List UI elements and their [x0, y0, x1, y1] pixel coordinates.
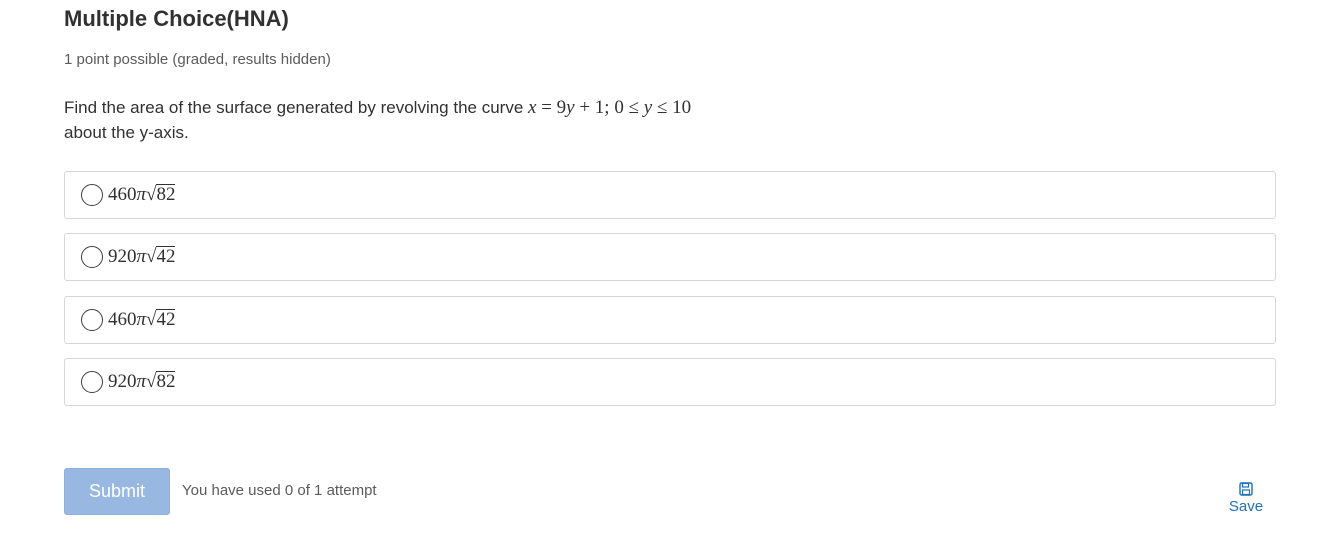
question-prefix: Find the area of the surface generated b…	[64, 98, 528, 117]
pi-symbol: π	[136, 371, 147, 392]
radio-button[interactable]	[81, 371, 103, 393]
radicand: 82	[156, 371, 176, 392]
choice-coefficient: 920	[108, 371, 137, 392]
square-root: √82	[146, 184, 176, 206]
choice-label: 460 π √82	[108, 184, 176, 206]
math-var-y-bound: y	[643, 97, 653, 118]
pi-symbol: π	[136, 246, 147, 267]
choice-option-1[interactable]: 460 π √82	[64, 171, 1276, 219]
radical-sign: √	[146, 309, 157, 330]
question-suffix: about the y-axis.	[64, 123, 189, 142]
radio-button[interactable]	[81, 309, 103, 331]
question-text: Find the area of the surface generated b…	[64, 95, 964, 145]
math-mid: + 1; 0 ≤	[574, 97, 644, 118]
choice-option-2[interactable]: 920 π √42	[64, 233, 1276, 281]
radicand: 42	[156, 309, 176, 330]
attempts-status: You have used 0 of 1 attempt	[182, 482, 377, 499]
choice-option-3[interactable]: 460 π √42	[64, 296, 1276, 344]
points-possible: 1 point possible (graded, results hidden…	[64, 51, 331, 68]
floppy-disk-icon	[1239, 482, 1253, 496]
save-button[interactable]: Save	[1222, 482, 1270, 515]
choice-label: 460 π √42	[108, 309, 176, 331]
curve-equation: x = 9y + 1; 0 ≤ y ≤ 10	[528, 97, 691, 118]
square-root: √42	[146, 246, 176, 268]
radical-sign: √	[146, 184, 157, 205]
radical-sign: √	[146, 246, 157, 267]
problem-title: Multiple Choice(HNA)	[64, 6, 289, 31]
math-var-y: y	[566, 97, 575, 118]
square-root: √82	[146, 371, 176, 393]
radicand: 42	[156, 246, 176, 267]
radio-button[interactable]	[81, 184, 103, 206]
radicand: 82	[156, 184, 176, 205]
choice-label: 920 π √82	[108, 371, 176, 393]
choice-label: 920 π √42	[108, 246, 176, 268]
square-root: √42	[146, 309, 176, 331]
pi-symbol: π	[136, 184, 147, 205]
choice-coefficient: 460	[108, 184, 137, 205]
choice-coefficient: 920	[108, 246, 137, 267]
choice-coefficient: 460	[108, 309, 137, 330]
submit-button[interactable]: Submit	[64, 468, 170, 515]
radical-sign: √	[146, 371, 157, 392]
radio-button[interactable]	[81, 246, 103, 268]
math-eq: = 9	[536, 97, 567, 118]
save-label: Save	[1228, 498, 1264, 515]
pi-symbol: π	[136, 309, 147, 330]
math-tail: ≤ 10	[652, 97, 692, 118]
choice-option-4[interactable]: 920 π √82	[64, 358, 1276, 406]
